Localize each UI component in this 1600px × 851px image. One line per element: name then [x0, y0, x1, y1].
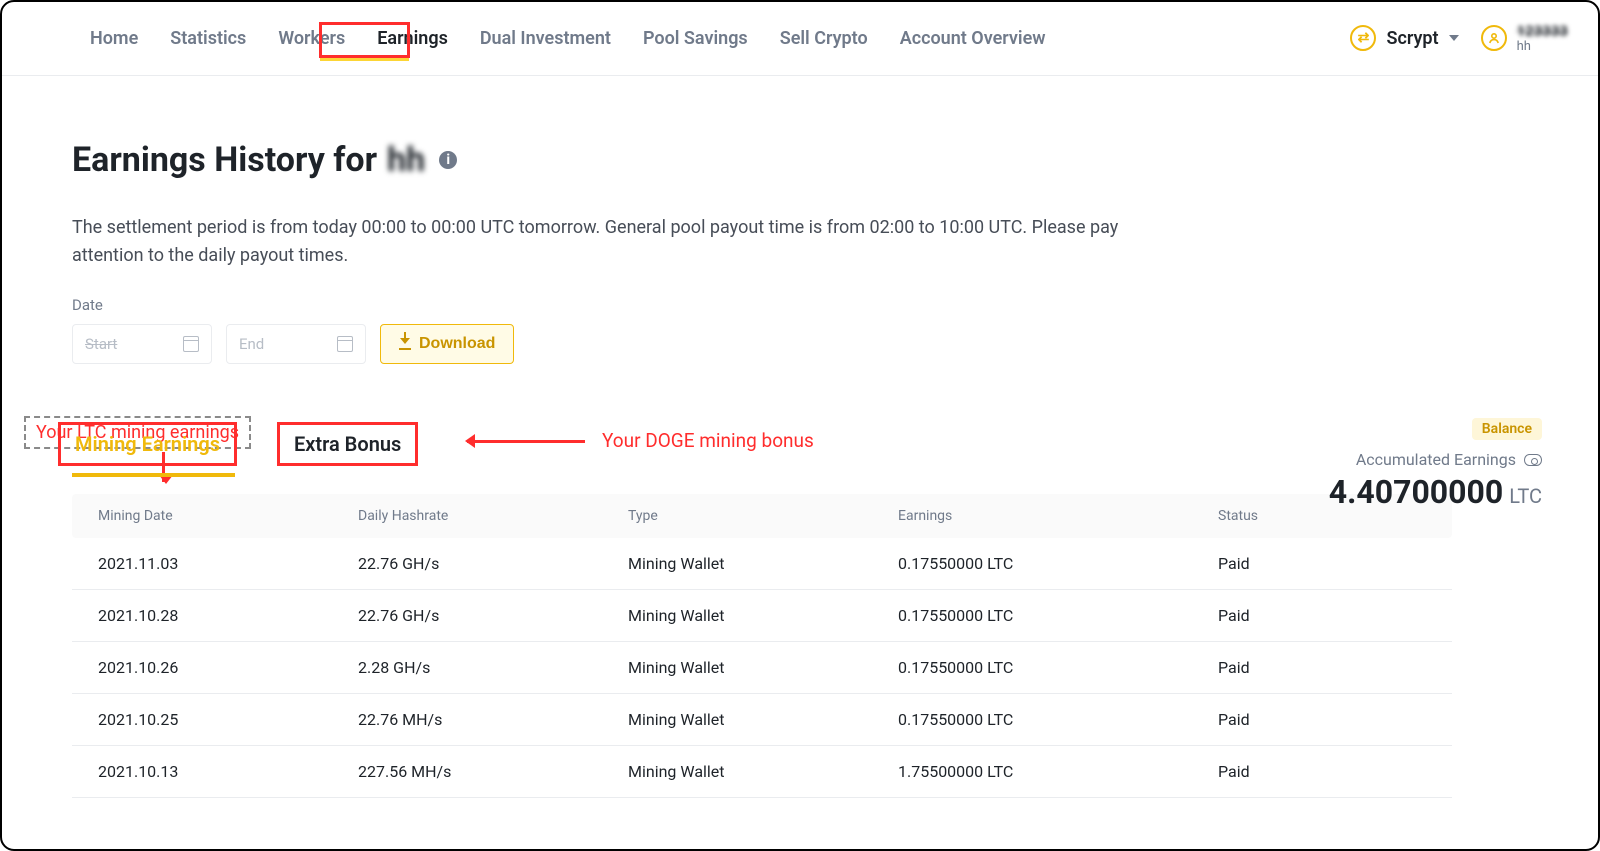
cell-hashrate: 227.56 MH/s	[358, 762, 628, 781]
nav-item-sell-crypto[interactable]: Sell Crypto	[764, 4, 884, 73]
info-icon[interactable]: i	[439, 151, 457, 169]
download-button-label: Download	[419, 335, 495, 353]
nav-item-earnings[interactable]: Earnings	[361, 4, 464, 73]
accumulated-earnings-value: 4.40700000	[1329, 473, 1504, 511]
user-id: 123333	[1517, 23, 1568, 40]
download-button[interactable]: Download	[380, 324, 514, 364]
algorithm-dropdown[interactable]: ⇄ Scrypt	[1350, 25, 1458, 51]
tab-extra-bonus[interactable]: Extra Bonus	[277, 422, 418, 466]
cell-type: Mining Wallet	[628, 762, 898, 781]
cell-earnings: 0.17550000 LTC	[898, 554, 1218, 573]
table-row: 2021.10.25 22.76 MH/s Mining Wallet 0.17…	[72, 694, 1452, 746]
tab-active-underline	[72, 473, 235, 477]
calendar-icon	[337, 336, 353, 352]
cell-earnings: 0.17550000 LTC	[898, 710, 1218, 729]
earnings-table: Mining Date Daily Hashrate Type Earnings…	[72, 494, 1452, 798]
cell-status: Paid	[1218, 658, 1478, 677]
cell-status: Paid	[1218, 554, 1478, 573]
algorithm-label: Scrypt	[1386, 28, 1438, 49]
cell-hashrate: 2.28 GH/s	[358, 658, 628, 677]
table-row: 2021.10.28 22.76 GH/s Mining Wallet 0.17…	[72, 590, 1452, 642]
cell-earnings: 0.17550000 LTC	[898, 606, 1218, 625]
settlement-description: The settlement period is from today 00:0…	[72, 214, 1172, 270]
end-date-placeholder: End	[239, 335, 264, 353]
page-title-username: hh	[387, 140, 425, 180]
nav-item-dual-investment[interactable]: Dual Investment	[464, 4, 627, 73]
col-type: Type	[628, 508, 898, 524]
nav-list: Home Statistics Workers Earnings Dual In…	[32, 4, 1062, 73]
download-icon	[399, 338, 411, 350]
user-sublabel: hh	[1517, 40, 1568, 54]
visibility-toggle-icon[interactable]	[1524, 454, 1542, 466]
cell-earnings: 1.75500000 LTC	[898, 762, 1218, 781]
table-row: 2021.11.03 22.76 GH/s Mining Wallet 0.17…	[72, 538, 1452, 590]
nav-item-home[interactable]: Home	[74, 4, 154, 73]
tab-mining-earnings-label: Mining Earnings	[75, 432, 220, 456]
cell-date: 2021.10.26	[98, 658, 358, 677]
annotation-doge-bonus: Your DOGE mining bonus	[602, 429, 814, 452]
chevron-down-icon	[1449, 35, 1459, 41]
date-filter-label: Date	[72, 296, 1598, 314]
cell-type: Mining Wallet	[628, 554, 898, 573]
cell-date: 2021.10.13	[98, 762, 358, 781]
nav-item-account-overview[interactable]: Account Overview	[884, 4, 1062, 73]
accumulated-earnings-label: Accumulated Earnings	[1356, 450, 1516, 469]
cell-earnings: 0.17550000 LTC	[898, 658, 1218, 677]
annotation-doge-arrow	[467, 440, 585, 443]
nav-item-statistics[interactable]: Statistics	[154, 4, 262, 73]
end-date-input[interactable]: End	[226, 324, 366, 364]
cell-type: Mining Wallet	[628, 606, 898, 625]
nav-item-workers[interactable]: Workers	[262, 4, 361, 73]
accumulated-earnings-unit: LTC	[1509, 484, 1542, 508]
cell-date: 2021.10.28	[98, 606, 358, 625]
cell-status: Paid	[1218, 762, 1478, 781]
table-row: 2021.10.26 2.28 GH/s Mining Wallet 0.175…	[72, 642, 1452, 694]
cell-date: 2021.11.03	[98, 554, 358, 573]
tab-extra-bonus-label: Extra Bonus	[294, 432, 401, 456]
col-mining-date: Mining Date	[98, 508, 358, 524]
filter-row: Start End Download	[72, 324, 1598, 364]
user-avatar-icon	[1481, 25, 1507, 51]
balance-badge[interactable]: Balance	[1472, 418, 1542, 440]
start-date-input[interactable]: Start	[72, 324, 212, 364]
table-header: Mining Date Daily Hashrate Type Earnings…	[72, 494, 1452, 538]
cell-type: Mining Wallet	[628, 658, 898, 677]
col-earnings: Earnings	[898, 508, 1218, 524]
page-title-row: Earnings History for hh i	[72, 140, 1598, 180]
cell-hashrate: 22.76 GH/s	[358, 606, 628, 625]
top-nav-bar: Home Statistics Workers Earnings Dual In…	[2, 2, 1598, 76]
cell-hashrate: 22.76 MH/s	[358, 710, 628, 729]
table-row: 2021.10.13 227.56 MH/s Mining Wallet 1.7…	[72, 746, 1452, 798]
cell-hashrate: 22.76 GH/s	[358, 554, 628, 573]
cell-type: Mining Wallet	[628, 710, 898, 729]
cell-status: Paid	[1218, 606, 1478, 625]
earnings-summary-panel: Balance Accumulated Earnings 4.40700000 …	[1329, 418, 1542, 511]
page-title: Earnings History for	[72, 140, 377, 180]
calendar-icon	[183, 336, 199, 352]
tab-mining-earnings[interactable]: Mining Earnings	[58, 422, 237, 466]
algorithm-icon: ⇄	[1350, 25, 1376, 51]
cell-date: 2021.10.25	[98, 710, 358, 729]
cell-status: Paid	[1218, 710, 1478, 729]
col-daily-hashrate: Daily Hashrate	[358, 508, 628, 524]
start-date-placeholder: Start	[85, 335, 117, 353]
user-menu[interactable]: 123333 hh	[1481, 23, 1568, 54]
nav-item-pool-savings[interactable]: Pool Savings	[627, 4, 764, 73]
